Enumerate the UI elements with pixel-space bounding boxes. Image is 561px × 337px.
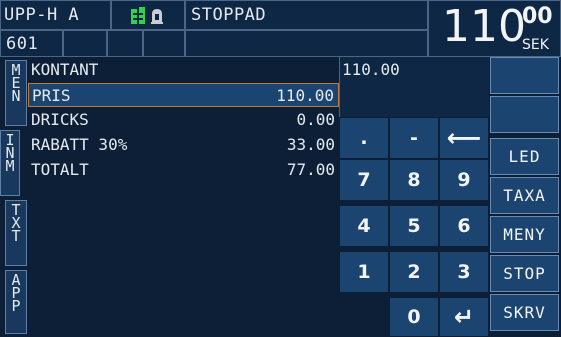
key-1[interactable]: 1 [339,251,389,293]
entry-field[interactable]: 110.00 [339,57,489,117]
car-number-cell: 601 [0,30,63,57]
enter-icon[interactable]: ↵ [439,297,489,337]
keypad-blank [339,297,389,337]
amount-main: 110 [442,1,526,52]
mode-label: UPP-H A [4,5,80,25]
key-3[interactable]: 3 [439,251,489,293]
indicator-cell [111,0,185,30]
header-empty-4 [185,30,428,57]
led-button[interactable]: LED [490,138,559,175]
amount-cents: 00 [522,4,553,29]
meny-button[interactable]: MENY [490,216,559,253]
key-5[interactable]: 5 [389,205,439,247]
row-value: 77.00 [286,160,335,179]
row-value: 33.00 [286,135,335,154]
payment-method: KONTANT [31,60,99,79]
list-row-rabatt[interactable]: RABATT 30% 33.00 [28,133,339,157]
key-0[interactable]: 0 [389,297,439,337]
row-value: 0.00 [296,110,335,129]
currency-label: SEK [522,37,549,53]
key-8[interactable]: 8 [389,159,439,201]
key-7[interactable]: 7 [339,159,389,201]
keypad: . - ⟵ 7 8 9 4 5 6 1 2 3 0 ↵ [339,117,489,337]
header-empty-2 [107,30,143,57]
row-label: RABATT 30% [31,135,128,154]
key-dot[interactable]: . [339,117,389,159]
row-label: DRICKS [31,110,89,129]
list-row-dricks[interactable]: DRICKS 0.00 [28,108,339,132]
skrv-button[interactable]: SKRV [490,294,559,331]
right-blank-2 [490,96,559,133]
key-2[interactable]: 2 [389,251,439,293]
key-9[interactable]: 9 [439,159,489,201]
row-label: PRIS [32,86,71,105]
car-number: 601 [6,34,39,54]
entry-value: 110.00 [342,60,400,79]
mode-cell: UPP-H A [0,0,111,30]
header-empty-1 [63,30,107,57]
header-empty-3 [143,30,185,57]
key-4[interactable]: 4 [339,205,389,247]
row-value: 110.00 [276,86,334,105]
meter-status: STOPPAD [191,5,267,25]
stop-button[interactable]: STOP [490,255,559,292]
amount-cell: 110 00 SEK [428,0,561,57]
meter-indicator-icon [131,7,163,24]
row-label: TOTALT [31,160,89,179]
status-cell: STOPPAD [185,0,428,30]
key-minus[interactable]: - [389,117,439,159]
key-6[interactable]: 6 [439,205,489,247]
right-blank-1 [490,57,559,94]
taxa-button[interactable]: TAXA [490,177,559,214]
backspace-icon[interactable]: ⟵ [439,117,489,159]
list-row-pris[interactable]: PRIS 110.00 [28,83,339,107]
payment-method-row: KONTANT [28,58,339,82]
list-row-totalt[interactable]: TOTALT 77.00 [28,158,339,182]
